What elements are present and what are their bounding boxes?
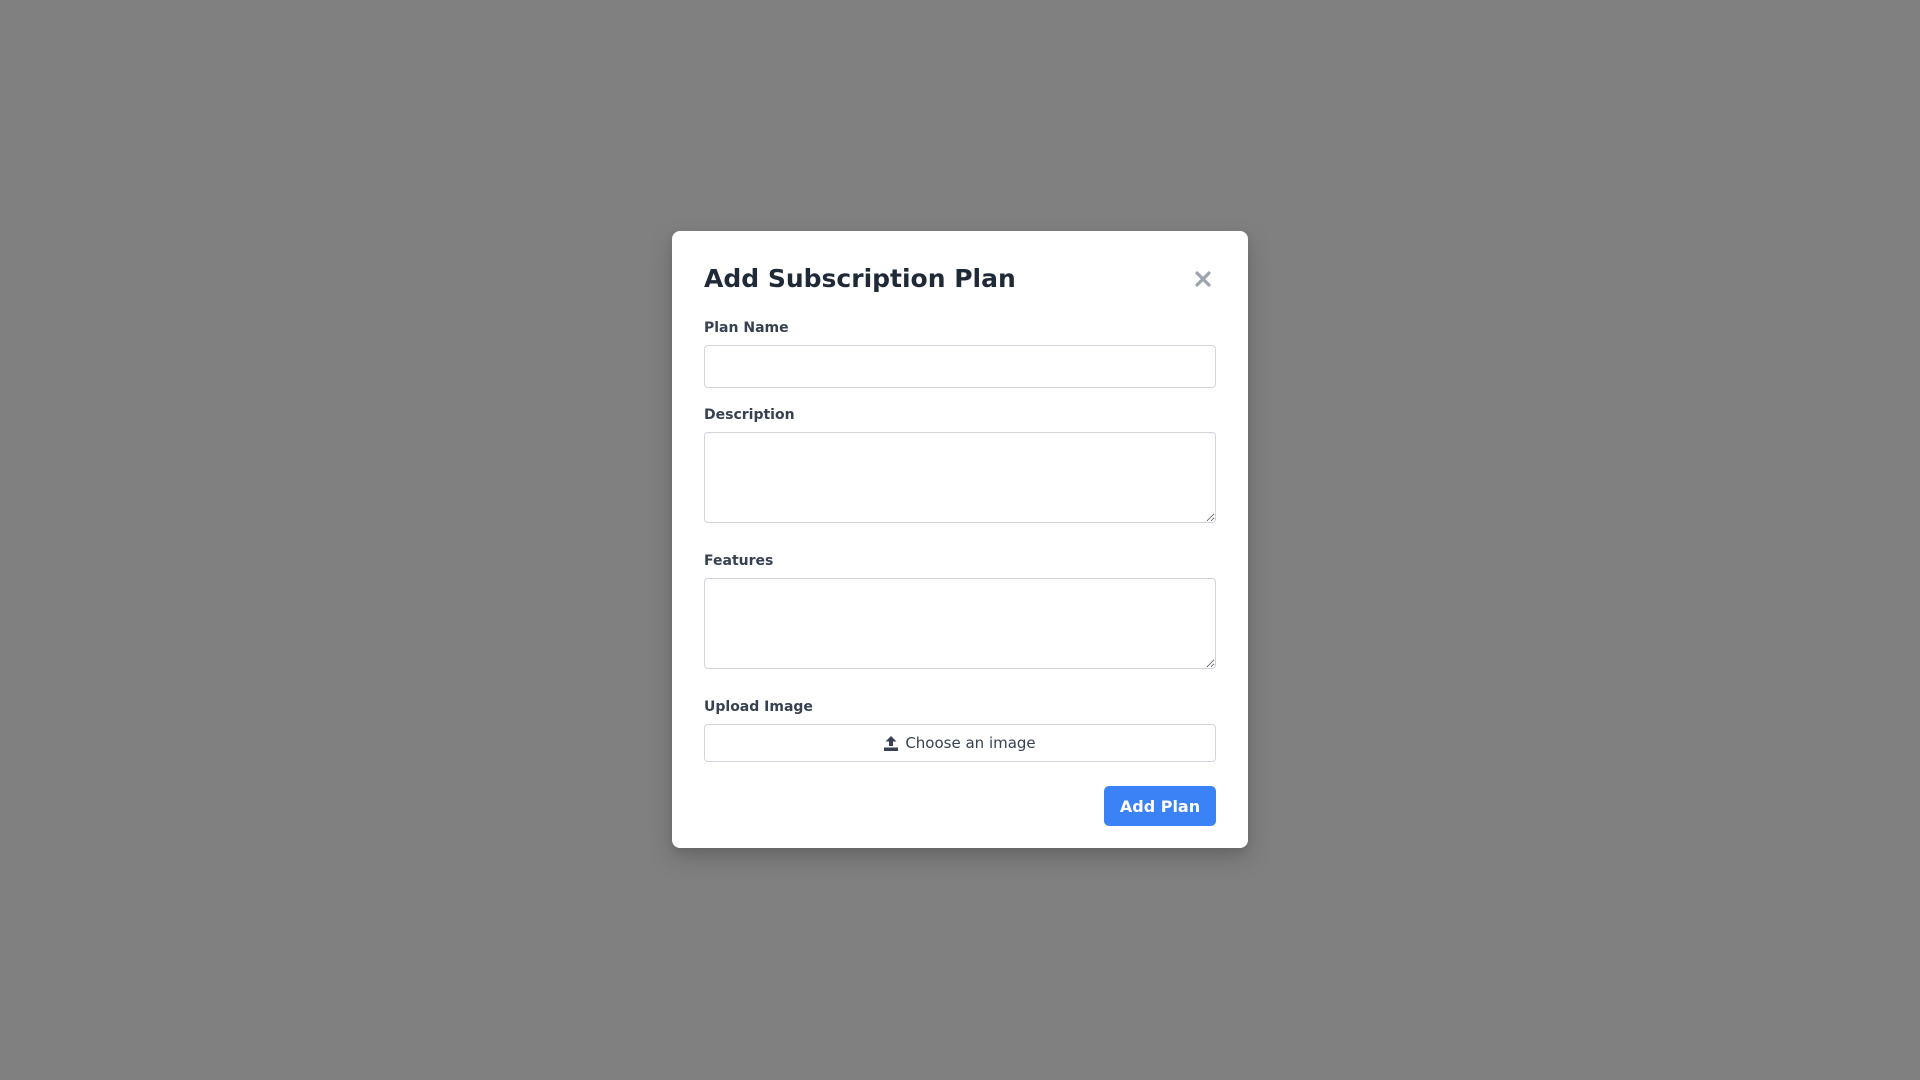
plan-name-input[interactable] <box>704 345 1216 388</box>
upload-image-field: Upload Image Choose an image <box>704 698 1216 762</box>
add-plan-button[interactable]: Add Plan <box>1104 786 1216 826</box>
modal-footer: Add Plan <box>704 786 1216 826</box>
add-plan-modal: Add Subscription Plan Plan Name Descript… <box>672 231 1248 848</box>
choose-image-text: Choose an image <box>905 734 1036 752</box>
plan-name-field: Plan Name <box>704 319 1216 388</box>
upload-icon <box>884 735 899 751</box>
description-textarea[interactable] <box>704 432 1216 523</box>
features-field: Features <box>704 552 1216 669</box>
features-textarea[interactable] <box>704 578 1216 669</box>
description-label: Description <box>704 407 795 423</box>
plan-name-label: Plan Name <box>704 320 789 336</box>
modal-title: Add Subscription Plan <box>704 264 1016 293</box>
features-label: Features <box>704 553 774 569</box>
upload-image-label: Upload Image <box>704 699 813 715</box>
description-field: Description <box>704 406 1216 523</box>
close-button[interactable] <box>1191 267 1215 291</box>
choose-image-button[interactable]: Choose an image <box>704 724 1216 762</box>
modal-header: Add Subscription Plan <box>704 263 1216 295</box>
close-icon <box>1195 271 1211 287</box>
